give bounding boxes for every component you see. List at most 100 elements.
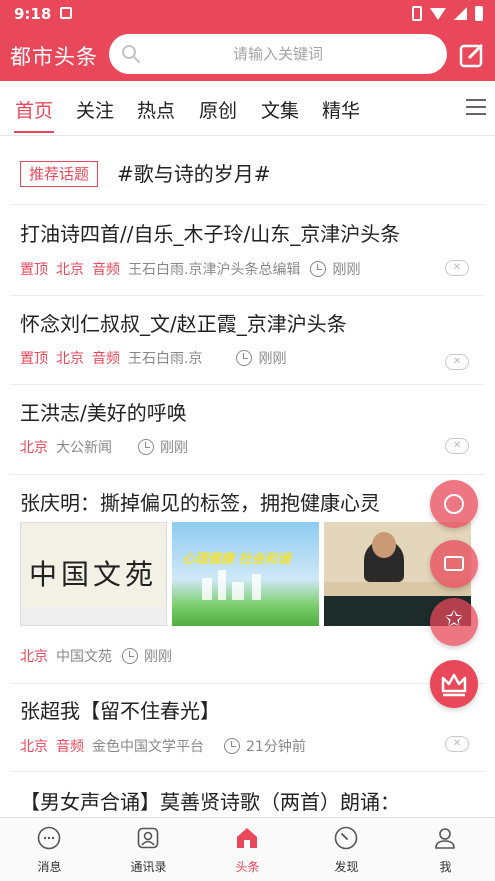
feed-item-source: 中国文苑 (56, 649, 112, 665)
clock-icon (122, 648, 138, 664)
feed-item-title: 怀念刘仁叔叔_文/赵正霞_京津沪头条 (20, 312, 347, 336)
feed-item[interactable]: 怀念刘仁叔叔_文/赵正霞_京津沪头条 置顶 北京 音频 王石白雨.京 刚刚 ✕ (0, 295, 495, 384)
feed-item-title: 打油诗四首//自乐_木子玲/山东_京津沪头条 (20, 222, 401, 246)
crown-fab[interactable] (430, 660, 478, 708)
divider (10, 683, 485, 684)
feed-item[interactable]: 张庆明：撕掉偏见的标签，拥抱健康心灵 中国文苑 心理健康 社会和谐 北京 中国文苑 (0, 474, 495, 683)
search-icon (122, 45, 140, 63)
tag-location: 北京 (20, 649, 48, 665)
feed-item-time: 刚刚 (144, 649, 172, 665)
chat-icon (37, 826, 61, 850)
wifi-icon (430, 7, 446, 20)
feed-item-meta: 北京 中国文苑 刚刚 (20, 646, 172, 666)
search-input[interactable] (153, 34, 403, 74)
feed-item[interactable]: 张超我【留不住春光】 北京 音频 金色中国文学平台 21分钟前 ✕ (0, 683, 495, 771)
dismiss-icon[interactable]: ✕ (445, 354, 469, 370)
nav-label: 头条 (235, 860, 260, 874)
tab-home[interactable]: 首页 (15, 96, 53, 123)
signal-icon (454, 7, 467, 20)
feed-item-source: 金色中国文学平台 (92, 739, 204, 755)
refresh-icon (444, 494, 464, 514)
app-notification-icon (60, 7, 72, 19)
tab-active-indicator (14, 131, 54, 133)
badge-fab[interactable]: ✩ (430, 598, 478, 646)
nav-label: 通讯录 (130, 860, 167, 874)
tag-location: 北京 (56, 262, 84, 278)
feed-item[interactable]: 【男女声合诵】莫善贤诗歌（两首）朗诵： (0, 771, 495, 817)
battery-icon (475, 6, 483, 21)
refresh-fab[interactable] (430, 480, 478, 528)
nav-headlines[interactable]: 头条 (198, 818, 297, 881)
app-header: 都市头条 (0, 28, 495, 81)
tab-original[interactable]: 原创 (199, 96, 237, 123)
user-icon (435, 828, 455, 849)
status-time: 9:18 (14, 5, 52, 23)
topic-title: #歌与诗的岁月# (117, 162, 271, 186)
topic-tag: 推荐话题 (20, 161, 99, 187)
dismiss-icon[interactable]: ✕ (445, 260, 469, 276)
edit-icon[interactable] (459, 43, 485, 69)
divider (10, 204, 485, 205)
thumbnail-image[interactable]: 心理健康 社会和谐 (172, 522, 319, 626)
recommended-topic[interactable]: 推荐话题 #歌与诗的岁月# (0, 136, 495, 204)
tag-location: 北京 (56, 351, 84, 367)
box-fab[interactable] (430, 540, 478, 588)
tab-follow[interactable]: 关注 (76, 96, 114, 123)
menu-icon[interactable] (466, 99, 486, 117)
feed-item-time: 刚刚 (332, 262, 361, 278)
nav-label: 消息 (37, 860, 62, 874)
feed-item[interactable]: 王洪志/美好的呼唤 北京 大公新闻 刚刚 ✕ (0, 384, 495, 474)
nav-contacts[interactable]: 通讯录 (99, 818, 198, 881)
feed-item-time: 刚刚 (258, 351, 287, 367)
status-bar: 9:18 (0, 0, 495, 28)
thumbnail-text: 中国文苑 (29, 558, 158, 591)
tag-audio: 音频 (92, 351, 120, 367)
thumbnail-text: 心理健康 社会和谐 (182, 552, 291, 567)
dismiss-icon[interactable]: ✕ (445, 736, 469, 752)
clock-icon (138, 439, 154, 455)
feed-item-meta: 北京 大公新闻 刚刚 (20, 437, 188, 457)
thumbnail-image[interactable]: 中国文苑 (20, 522, 167, 626)
contacts-icon (137, 827, 159, 849)
dismiss-icon[interactable]: ✕ (445, 438, 469, 454)
divider (10, 295, 485, 296)
nav-messages[interactable]: 消息 (0, 818, 99, 881)
nav-label: 发现 (334, 860, 359, 874)
app-title: 都市头条 (10, 45, 98, 69)
divider (10, 384, 485, 385)
clock-icon (310, 261, 327, 277)
tag-audio: 音频 (92, 262, 120, 278)
feed-item[interactable]: 打油诗四首//自乐_木子玲/山东_京津沪头条 置顶 北京 音频 王石白雨.京津沪头条总… (0, 204, 495, 295)
tag-pinned: 置顶 (20, 262, 48, 278)
tab-featured[interactable]: 精华 (322, 96, 360, 123)
clock-icon (236, 350, 253, 366)
feed-item-title: 张超我【留不住春光】 (20, 699, 220, 723)
feed-item-meta: 置顶 北京 音频 王石白雨.京津沪头条总编辑 刚刚 (20, 259, 360, 279)
nav-label: 我 (439, 860, 452, 874)
search-box[interactable] (109, 34, 447, 74)
feed-item-title: 王洪志/美好的呼唤 (20, 401, 187, 425)
tab-hot[interactable]: 热点 (137, 96, 175, 123)
tab-collection[interactable]: 文集 (261, 96, 299, 123)
vibrate-icon (412, 6, 422, 21)
feed-item-title: 【男女声合诵】莫善贤诗歌（两首）朗诵： (20, 790, 400, 814)
archive-icon (444, 556, 464, 571)
feed-item-source: 王石白雨.京津沪头条总编辑 (128, 262, 301, 278)
compass-icon (334, 826, 358, 850)
tag-pinned: 置顶 (20, 351, 48, 367)
home-icon (237, 828, 257, 848)
feed-item-meta: 北京 音频 金色中国文学平台 21分钟前 (20, 736, 306, 756)
feed-item-source: 大公新闻 (56, 440, 112, 456)
category-tabs: 首页 关注 热点 原创 文集 精华 (0, 81, 495, 136)
clock-icon (224, 738, 240, 754)
nav-discover[interactable]: 发现 (297, 818, 396, 881)
feed-item-title: 张庆明：撕掉偏见的标签，拥抱健康心灵 (20, 491, 380, 515)
divider (10, 771, 485, 772)
nav-me[interactable]: 我 (396, 818, 495, 881)
feed-item-time: 21分钟前 (246, 739, 306, 755)
star-badge-icon: ✩ (444, 607, 464, 632)
feed-item-source: 王石白雨.京 (128, 351, 203, 367)
thumbnail-row: 中国文苑 心理健康 社会和谐 (20, 522, 471, 626)
tag-location: 北京 (20, 739, 48, 755)
crown-icon (441, 673, 467, 697)
